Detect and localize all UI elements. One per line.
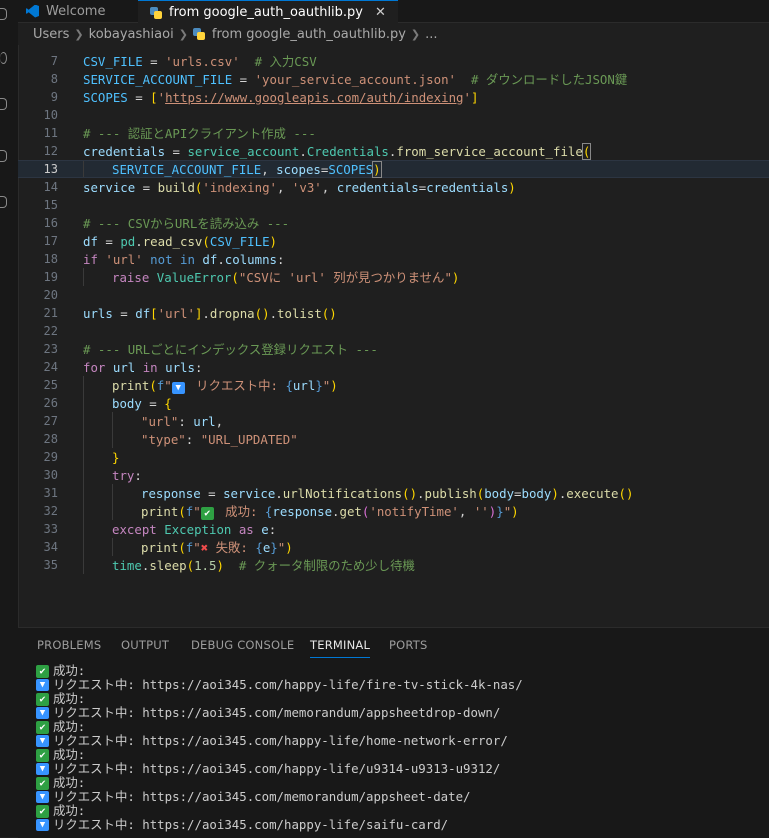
inbox-tray-icon: ▼ bbox=[36, 791, 49, 803]
terminal-line: ▼ リクエスト中: https://aoi345.com/happy-life/u… bbox=[36, 762, 523, 776]
code-line-18: 18 if 'url' not in df.columns: bbox=[43, 251, 285, 267]
code-line-7: 7 CSV_FILE = 'urls.csv' # 入力CSV bbox=[50, 54, 317, 69]
tab-output[interactable]: OUTPUT bbox=[121, 638, 169, 652]
code-line-14: 14 service = build('indexing', 'v3', cre… bbox=[43, 179, 516, 195]
check-mark-icon: ✔ bbox=[36, 776, 49, 790]
breadcrumb-item[interactable]: ... bbox=[425, 27, 437, 42]
bottom-panel: PROBLEMS OUTPUT DEBUG CONSOLE TERMINAL P… bbox=[18, 627, 769, 838]
editor-tab-bar: Welcome from google_auth_oauthlib.py ✕ bbox=[18, 0, 769, 24]
code-line-9: 9 SCOPES = ['https://www.googleapis.com/… bbox=[50, 89, 479, 105]
python-file-icon bbox=[192, 28, 205, 40]
code-line-27: 27 "url": url, bbox=[43, 412, 224, 430]
code-line-19: 19 raise ValueError("CSVに 'url' 列が見つかりませ… bbox=[43, 268, 460, 286]
explorer-icon[interactable] bbox=[0, 8, 7, 20]
breadcrumb-item[interactable]: kobayashiaoi bbox=[89, 27, 174, 42]
code-editor[interactable]: 7 CSV_FILE = 'urls.csv' # 入力CSV 8 SERVIC… bbox=[18, 45, 769, 625]
search-icon[interactable] bbox=[0, 52, 7, 64]
terminal-line: ✔ 成功: bbox=[36, 748, 523, 762]
code-line-16: 16 # --- CSVからURLを読み込み --- bbox=[43, 216, 290, 231]
code-line-17: 17 df = pd.read_csv(CSV_FILE) bbox=[43, 233, 278, 249]
code-line-33: 33 except Exception as e: bbox=[43, 520, 277, 538]
code-line-22: 22 bbox=[43, 324, 58, 338]
code-line-21: 21 urls = df['url'].dropna().tolist() bbox=[43, 305, 337, 321]
source-control-icon[interactable] bbox=[0, 98, 7, 110]
terminal-line: ✔ 成功: bbox=[36, 692, 523, 706]
inbox-tray-icon: ▼ bbox=[36, 763, 49, 775]
code-line-30: 30 try: bbox=[43, 466, 142, 484]
code-line-29: 29 } bbox=[43, 448, 120, 466]
chevron-right-icon: ❯ bbox=[410, 27, 421, 41]
code-line-24: 24 for url in urls: bbox=[43, 359, 203, 375]
activity-bar bbox=[0, 0, 19, 837]
vscode-logo-icon bbox=[26, 4, 39, 18]
terminal-line: ▼ リクエスト中: https://aoi345.com/happy-life/s… bbox=[36, 818, 523, 832]
tab-label: from google_auth_oauthlib.py bbox=[169, 5, 363, 20]
terminal-line: ✔ 成功: bbox=[36, 776, 523, 790]
code-line-8: 8 SERVICE_ACCOUNT_FILE = 'your_service_a… bbox=[50, 72, 628, 87]
terminal-output[interactable]: ✔ 成功: ▼ リクエスト中: https://aoi345.com/happy-l… bbox=[36, 664, 523, 832]
terminal-line: ▼ リクエスト中: https://aoi345.com/memorandum/a… bbox=[36, 790, 523, 804]
terminal-line: ✔ 成功: bbox=[36, 664, 523, 678]
breadcrumb-item[interactable]: Users bbox=[33, 27, 69, 42]
tab-terminal[interactable]: TERMINAL bbox=[310, 638, 371, 658]
code-line-35: 35 time.sleep(1.5) # クォータ制限のため少し待機 bbox=[43, 556, 415, 574]
code-line-32: 32 print(f" ✔ 成功: {response.get('notifyTi… bbox=[43, 502, 519, 520]
panel-tab-bar: PROBLEMS OUTPUT DEBUG CONSOLE TERMINAL P… bbox=[18, 628, 769, 662]
breadcrumb: Users ❯ kobayashiaoi ❯ from google_auth_… bbox=[18, 23, 769, 45]
code-line-15: 15 bbox=[43, 198, 58, 212]
breadcrumb-item[interactable]: from google_auth_oauthlib.py bbox=[212, 27, 406, 42]
terminal-line: ▼ リクエスト中: https://aoi345.com/memorandum/a… bbox=[36, 706, 523, 720]
code-line-13: 13 SERVICE_ACCOUNT_FILE, scopes=SCOPES) bbox=[18, 160, 769, 178]
chevron-right-icon: ❯ bbox=[74, 27, 84, 41]
run-debug-icon[interactable] bbox=[0, 150, 7, 162]
inbox-tray-icon: ▼ bbox=[36, 707, 49, 719]
terminal-line: ✔ 成功: bbox=[36, 804, 523, 818]
code-line-10: 10 bbox=[43, 108, 58, 122]
close-icon[interactable]: ✕ bbox=[375, 5, 386, 20]
code-line-34: 34 print(f"✖ 失敗: {e}") bbox=[43, 538, 293, 556]
tab-ports[interactable]: PORTS bbox=[389, 638, 427, 652]
code-line-28: 28 "type": "URL_UPDATED" bbox=[43, 430, 298, 448]
check-mark-icon: ✔ bbox=[36, 804, 49, 818]
inbox-tray-icon: ▼ bbox=[171, 382, 185, 394]
tab-problems[interactable]: PROBLEMS bbox=[37, 638, 101, 652]
code-line-25: 25 print(f" ▼ リクエスト中: {url}") bbox=[43, 376, 338, 394]
inbox-tray-icon: ▼ bbox=[36, 679, 49, 691]
code-line-11: 11 # --- 認証とAPIクライアント作成 --- bbox=[43, 126, 316, 141]
code-line-12: 12 credentials = service_account.Credent… bbox=[43, 142, 592, 160]
code-line-23: 23 # --- URLごとにインデックス登録リクエスト --- bbox=[43, 342, 378, 357]
terminal-line: ▼ リクエスト中: https://aoi345.com/happy-life/h… bbox=[36, 734, 523, 748]
check-mark-icon: ✔ bbox=[36, 692, 49, 706]
check-mark-icon: ✔ bbox=[36, 748, 49, 762]
check-mark-icon: ✔ bbox=[36, 720, 49, 734]
terminal-line: ✔ 成功: bbox=[36, 720, 523, 734]
chevron-right-icon: ❯ bbox=[178, 27, 188, 41]
code-line-26: 26 body = { bbox=[43, 394, 172, 412]
inbox-tray-icon: ▼ bbox=[36, 819, 49, 831]
code-line-31: 31 response = service.urlNotifications()… bbox=[43, 484, 634, 502]
code-line-20: 20 bbox=[43, 288, 58, 302]
python-file-icon bbox=[150, 6, 162, 19]
tab-debug-console[interactable]: DEBUG CONSOLE bbox=[191, 638, 294, 652]
extensions-icon[interactable] bbox=[0, 196, 7, 208]
terminal-line: ▼ リクエスト中: https://aoi345.com/happy-life/f… bbox=[36, 678, 523, 692]
inbox-tray-icon: ▼ bbox=[36, 735, 49, 747]
check-mark-icon: ✔ bbox=[36, 664, 49, 678]
tab-label: Welcome bbox=[46, 3, 106, 19]
check-mark-icon: ✔ bbox=[200, 507, 214, 520]
tab-active-file[interactable]: from google_auth_oauthlib.py ✕ bbox=[138, 0, 398, 24]
tab-welcome[interactable]: Welcome bbox=[26, 0, 105, 22]
